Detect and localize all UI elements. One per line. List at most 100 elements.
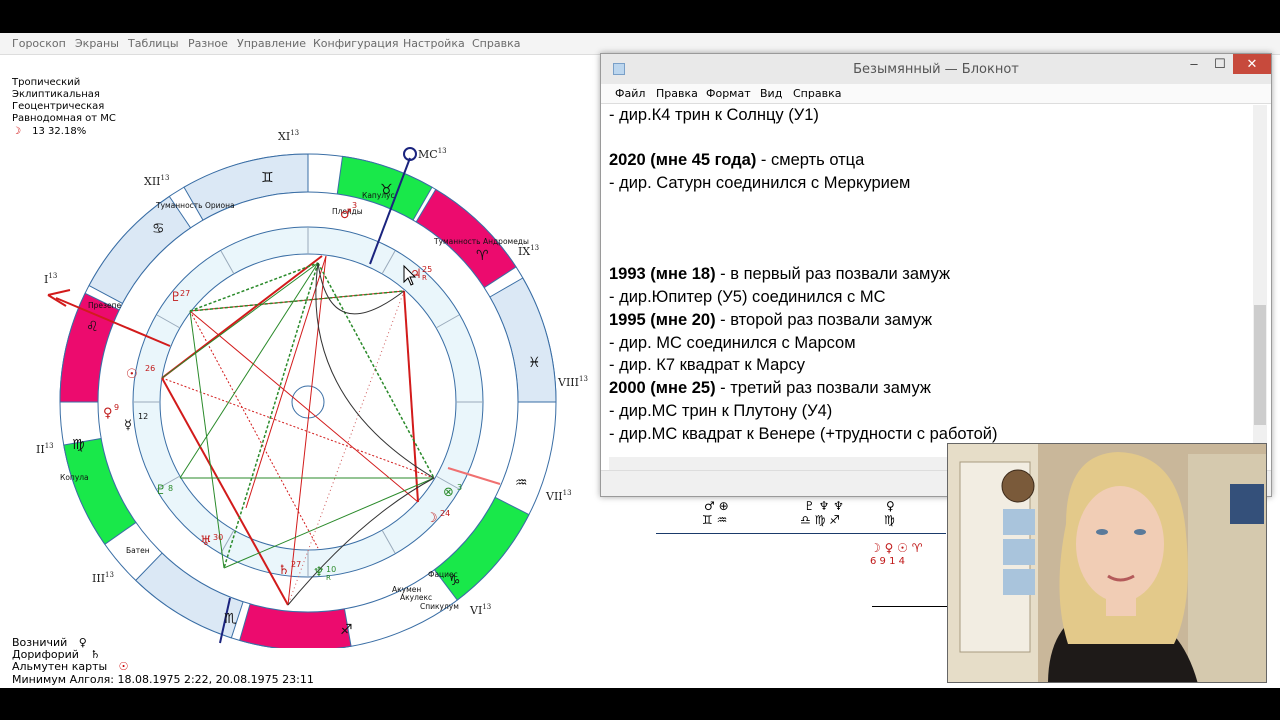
menu-view[interactable]: Вид [760, 87, 782, 100]
gemini-icon: ♊ [261, 170, 274, 186]
notepad-titlebar[interactable]: Безымянный — Блокнот – ☐ ✕ [601, 54, 1271, 84]
venus-icon[interactable]: ♀ [103, 406, 113, 421]
star-label: Капулус [362, 191, 395, 200]
house-label-mc: MC13 [418, 147, 447, 161]
planet-degree: 10 [326, 565, 336, 574]
planet-degree: 30 [213, 533, 223, 542]
menu-screens[interactable]: Экраны [75, 37, 119, 50]
pluto-low-icon[interactable]: ♇ [155, 483, 167, 498]
glyph-row: ♎ ♍ ♐ [800, 513, 840, 527]
menu-format[interactable]: Формат [706, 87, 751, 100]
moon-icon[interactable]: ☽ [426, 511, 438, 526]
neptune-icon[interactable]: ♆ [313, 565, 325, 580]
menu-misc[interactable]: Разное [188, 37, 228, 50]
notepad-menubar: Файл Правка Формат Вид Справка [601, 84, 1271, 104]
star-label: Спикулум [420, 602, 459, 611]
menu-control[interactable]: Управление [237, 37, 306, 50]
star-label: Акулекс [400, 593, 432, 602]
natal-chart-wheel[interactable]: I13 II13 III13 IC13 V13 VI13 VII13 VIII1… [0, 88, 600, 648]
sun-icon: ☉ [118, 660, 129, 673]
cancer-icon: ♋ [152, 221, 165, 237]
glyph-row: ☽ ♀ ☉ ♈ [870, 541, 923, 555]
house-label-i: I13 [44, 272, 57, 286]
menu-help[interactable]: Справка [472, 37, 520, 50]
star-label: Копула [60, 473, 89, 482]
notepad-text-area[interactable]: - дир.К4 трин к Солнцу (У1) 2020 (мне 45… [609, 105, 1253, 469]
aquarius-icon: ♒ [515, 475, 528, 491]
mercury-icon[interactable]: ☿ [124, 418, 132, 433]
planet-degree: 3 [457, 483, 462, 492]
glyph-row: ♊ ♒ [702, 513, 728, 527]
text-line: 1995 (мне 20) - второй раз позвали замуж [609, 311, 933, 329]
webcam-overlay [947, 443, 1267, 683]
menu-horoscope[interactable]: Гороскоп [12, 37, 66, 50]
glyph-row: 6 9 1 4 [870, 556, 905, 567]
text-line: 2020 (мне 45 года) - смерть отца [609, 151, 865, 169]
mars-icon[interactable]: ♂ [340, 207, 352, 222]
planet-degree: 27 [180, 289, 190, 298]
planet-degree: 3 [352, 201, 357, 210]
notepad-window[interactable]: Безымянный — Блокнот – ☐ ✕ Файл Правка Ф… [600, 53, 1272, 497]
house-label-ii: II13 [36, 442, 54, 456]
notepad-title: Безымянный — Блокнот [853, 62, 1019, 77]
glyph-row: ♀ [886, 499, 895, 513]
webcam-video [948, 444, 1266, 682]
menu-settings[interactable]: Настройка [403, 37, 465, 50]
house-label-vi: VI13 [469, 603, 491, 617]
divider-line [656, 533, 946, 534]
text-line: - дир. Сатурн соединился с Меркурием [609, 174, 911, 192]
menu-help[interactable]: Справка [793, 87, 841, 100]
close-button[interactable]: ✕ [1233, 54, 1271, 74]
text-line: 1993 (мне 18) - в первый раз позвали зам… [609, 265, 951, 283]
minimize-button[interactable]: – [1181, 56, 1207, 78]
text-line: - дир. МС соединился с Марсом [609, 334, 856, 352]
menu-edit[interactable]: Правка [656, 87, 698, 100]
pisces-icon: ♓ [528, 355, 541, 371]
leo-icon: ♌ [86, 319, 99, 335]
menu-configuration[interactable]: Конфигурация [313, 37, 399, 50]
house-label-xi: XI13 [278, 129, 299, 143]
text-line: - дир. К7 квадрат к Марсу [609, 356, 805, 374]
algol-minimum: Минимум Алголя: 18.08.1975 2:22, 20.08.1… [12, 673, 314, 686]
virgo-icon: ♍ [72, 437, 85, 453]
vertical-scrollbar[interactable] [1253, 105, 1267, 467]
node-icon[interactable]: ⊗ [443, 485, 454, 500]
scrollbar-thumb[interactable] [1254, 305, 1266, 425]
app-menubar: Гороскоп Экраны Таблицы Разное Управлени… [0, 33, 1280, 55]
house-label-xii: XII13 [144, 174, 169, 188]
text-line: - дир.Юпитер (У5) соединился с МС [609, 288, 886, 306]
sagittarius-icon: ♐ [340, 622, 353, 638]
uranus-icon[interactable]: ♅ [200, 534, 212, 549]
planet-degree: 27 [291, 560, 301, 569]
menu-tables[interactable]: Таблицы [128, 37, 179, 50]
scorpio-icon: ♏ [224, 611, 237, 627]
almuten-row: Альмутен карты ☉ [12, 660, 129, 673]
maximize-button[interactable]: ☐ [1207, 56, 1233, 78]
menu-file[interactable]: Файл [615, 87, 645, 100]
text-line: - дир.К4 трин к Солнцу (У1) [609, 106, 819, 124]
zodiac-type: Тропический [12, 77, 81, 88]
house-label-vii: VII13 [545, 489, 572, 503]
planet-degree: 25 [422, 265, 432, 274]
text-line: 2000 (мне 25) - третий раз позвали замуж [609, 379, 931, 397]
ascendant-arrow-icon [47, 289, 71, 307]
glyph-row: ♇ ♆ ♆ [804, 499, 844, 513]
planet-degree: 9 [114, 403, 119, 412]
house-label-ix: IX13 [518, 244, 539, 258]
aries-icon: ♈ [476, 248, 489, 264]
star-label: Батен [126, 546, 150, 555]
glyph-row: ♍ [884, 513, 895, 527]
text-line: - дир.МС трин к Плутону (У4) [609, 402, 833, 420]
star-label: Туманность Андромеды [433, 237, 529, 246]
house-label-iii: III13 [92, 571, 114, 585]
divider-line [872, 606, 948, 607]
planet-degree: 24 [440, 509, 450, 518]
almuten-label: Альмутен карты [12, 660, 108, 673]
sun-icon[interactable]: ☉ [126, 367, 138, 382]
star-label: Презепе [88, 301, 122, 310]
house-label-viii: VIII13 [557, 375, 588, 389]
planet-degree: 26 [145, 364, 155, 373]
saturn-icon[interactable]: ♄ [278, 563, 290, 578]
planet-degree: 12 [138, 412, 148, 421]
text-line: - дир.МС квадрат к Венере (+трудности с … [609, 425, 998, 443]
